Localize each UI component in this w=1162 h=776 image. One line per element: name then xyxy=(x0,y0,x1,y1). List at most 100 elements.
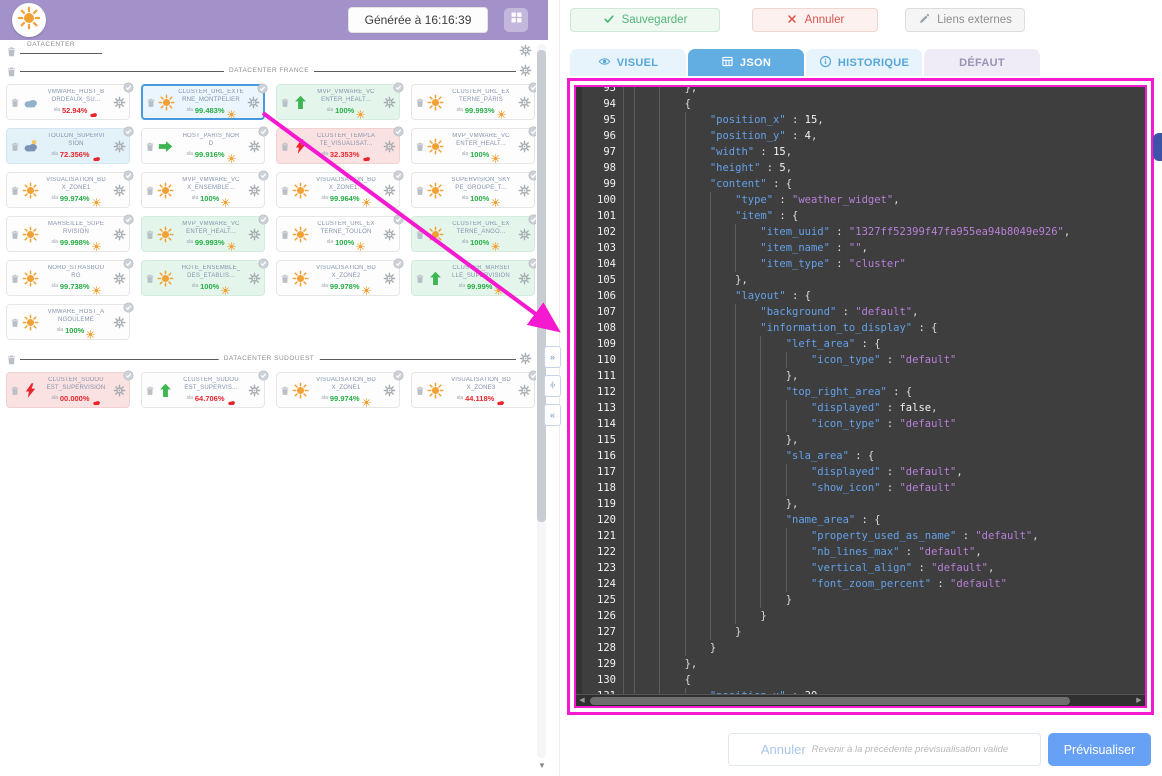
trash-icon[interactable] xyxy=(145,272,155,284)
gear-icon[interactable] xyxy=(383,228,396,241)
save-button[interactable]: Sauvegarder xyxy=(570,8,720,32)
tab-visuel[interactable]: VISUEL xyxy=(570,49,686,76)
trash-icon[interactable] xyxy=(280,272,290,284)
resize-panels-button[interactable]: ‹|› xyxy=(544,375,561,397)
gear-icon[interactable] xyxy=(247,96,260,109)
code-line[interactable]: "icon_type" : "default" xyxy=(634,352,1145,368)
trash-icon[interactable] xyxy=(415,228,425,240)
trash-icon[interactable] xyxy=(415,140,425,152)
dashboard-tile[interactable]: MVP_VMWARE_VCENTER_HEALT...sla100% xyxy=(411,128,535,164)
gear-icon[interactable] xyxy=(248,140,261,153)
code-line[interactable]: "vertical_align" : "default", xyxy=(634,560,1145,576)
gear-icon[interactable] xyxy=(113,272,126,285)
dashboard-tile[interactable]: CLUSTER_URL_EXTERNE_TOULONsla100% xyxy=(276,216,400,252)
trash-icon[interactable] xyxy=(145,184,155,196)
trash-icon[interactable] xyxy=(10,96,20,108)
trash-icon[interactable] xyxy=(415,96,425,108)
dashboard-tile[interactable]: HOTE_ENSEMBLE_DES_ETABLIS...sla100% xyxy=(141,260,265,296)
scroll-left-arrow-icon[interactable]: ◀ xyxy=(576,695,588,707)
trash-icon[interactable] xyxy=(280,184,290,196)
trash-icon[interactable] xyxy=(280,96,290,108)
code-line[interactable]: "icon_type" : "default" xyxy=(634,416,1145,432)
code-line[interactable]: "displayed" : "default", xyxy=(634,464,1145,480)
tab-défaut[interactable]: DÉFAUT xyxy=(924,49,1040,76)
code-line[interactable]: }, xyxy=(634,496,1145,512)
scrollbar-thumb[interactable] xyxy=(537,50,546,522)
dashboard-tile-selected[interactable]: CLUSTER_URL_EXTERNE_MONTPELIERsla99.483% xyxy=(141,84,265,120)
dashboard-tile[interactable]: CLUSTER_TEMPLATE_VISUALISAT...sla32.353% xyxy=(276,128,400,164)
gear-icon[interactable] xyxy=(113,140,126,153)
code-line[interactable]: "item_type" : "cluster" xyxy=(634,256,1145,272)
dashboard-tile[interactable]: CLUSTER_MARSEILLE_SUPERVISIONsla99.99% xyxy=(411,260,535,296)
right-edge-handle[interactable] xyxy=(1153,133,1162,161)
dashboard-tile[interactable]: MVP_VMWARE_VCX_ENSEMBLE...sla100% xyxy=(141,172,265,208)
gear-icon[interactable] xyxy=(383,96,396,109)
trash-icon[interactable] xyxy=(10,140,20,152)
dashboard-tile[interactable]: MARSEILLE_SUPERVISIONsla99.998% xyxy=(6,216,130,252)
dashboard-tile[interactable]: MVP_VMWARE_VCENTER_HEALT...sla99.993% xyxy=(141,216,265,252)
tab-json[interactable]: JSON xyxy=(688,49,804,76)
json-code-editor[interactable]: 9394959697989910010110210310410510610710… xyxy=(574,85,1147,708)
code-line[interactable]: }, xyxy=(634,432,1145,448)
generated-at-button[interactable]: Générée à 16:16:39 xyxy=(348,7,488,33)
dashboard-tile[interactable]: VISUALISATION_BDX_ZONE3sla44.118% xyxy=(411,372,535,408)
trash-icon[interactable] xyxy=(6,45,17,57)
trash-icon[interactable] xyxy=(145,384,155,396)
gear-icon[interactable] xyxy=(383,384,396,397)
code-line[interactable]: "information_to_display" : { xyxy=(634,320,1145,336)
dashboard-tile[interactable]: VISUALISATION_BDX_ZONE1sla99.974% xyxy=(6,172,130,208)
dashboard-tile[interactable]: HOST_PARIS_NORDsla99.916% xyxy=(141,128,265,164)
code-line[interactable]: { xyxy=(634,96,1145,112)
dashboard-tile[interactable]: VISUALISATION_BDX_ZONE1...sla99.964% xyxy=(276,172,400,208)
collapse-left-button[interactable]: « xyxy=(544,404,561,426)
trash-icon[interactable] xyxy=(10,228,20,240)
code-line[interactable]: "content" : { xyxy=(634,176,1145,192)
code-line[interactable]: }, xyxy=(634,368,1145,384)
code-line[interactable]: } xyxy=(634,640,1145,656)
dashboard-tile[interactable]: SUPERVISION_SKYPE_GROUPE_T...sla100% xyxy=(411,172,535,208)
code-line[interactable]: "item_name" : "", xyxy=(634,240,1145,256)
code-line[interactable]: "left_area" : { xyxy=(634,336,1145,352)
trash-icon[interactable] xyxy=(6,353,17,365)
gear-icon[interactable] xyxy=(248,184,261,197)
trash-icon[interactable] xyxy=(10,272,20,284)
code-line[interactable]: "background" : "default", xyxy=(634,304,1145,320)
code-line[interactable]: { xyxy=(634,672,1145,688)
trash-icon[interactable] xyxy=(10,316,20,328)
external-links-button[interactable]: Liens externes xyxy=(905,8,1025,32)
trash-icon[interactable] xyxy=(145,228,155,240)
code-line[interactable]: }, xyxy=(634,87,1145,96)
dashboard-tile[interactable]: NORD_STRASBOURGsla99.738% xyxy=(6,260,130,296)
cancel-button[interactable]: Annuler xyxy=(752,8,878,32)
gear-icon[interactable] xyxy=(519,44,532,57)
gear-icon[interactable] xyxy=(518,140,531,153)
code-line[interactable]: "property_used_as_name" : "default", xyxy=(634,528,1145,544)
code-line[interactable]: "type" : "weather_widget", xyxy=(634,192,1145,208)
code-line[interactable]: }, xyxy=(634,272,1145,288)
gear-icon[interactable] xyxy=(383,184,396,197)
gear-icon[interactable] xyxy=(383,140,396,153)
editor-horizontal-scrollbar[interactable]: ◀ ▶ xyxy=(576,694,1145,706)
trash-icon[interactable] xyxy=(145,140,155,152)
trash-icon[interactable] xyxy=(280,228,290,240)
code-line[interactable]: "position_y" : 4, xyxy=(634,128,1145,144)
trash-icon[interactable] xyxy=(280,140,290,152)
trash-icon[interactable] xyxy=(10,384,20,396)
dashboard-tile[interactable]: CLUSTER_SUDOUEST_SUPERVIS...sla64.706% xyxy=(141,372,265,408)
code-line[interactable]: "font_zoom_percent" : "default" xyxy=(634,576,1145,592)
gear-icon[interactable] xyxy=(518,228,531,241)
dashboard-tile[interactable]: VISUALISATION_BDX_ZONE1sla99.974% xyxy=(276,372,400,408)
code-line[interactable]: } xyxy=(634,608,1145,624)
gear-icon[interactable] xyxy=(518,184,531,197)
dashboard-tile[interactable]: MVP_VMWARE_VCENTER_HEALT...sla100% xyxy=(276,84,400,120)
hscroll-thumb[interactable] xyxy=(590,697,1070,705)
code-line[interactable]: } xyxy=(634,592,1145,608)
code-line[interactable]: "width" : 15, xyxy=(634,144,1145,160)
gear-icon[interactable] xyxy=(383,272,396,285)
undo-preview-button[interactable]: Annuler Revenir à la précédente prévisua… xyxy=(728,733,1041,766)
code-line[interactable]: "item" : { xyxy=(634,208,1145,224)
dashboard-tile[interactable]: VMWARE_HOST_ANGOULEMEsla100% xyxy=(6,304,130,340)
gear-icon[interactable] xyxy=(518,96,531,109)
code-line[interactable]: } xyxy=(634,624,1145,640)
gear-icon[interactable] xyxy=(248,228,261,241)
